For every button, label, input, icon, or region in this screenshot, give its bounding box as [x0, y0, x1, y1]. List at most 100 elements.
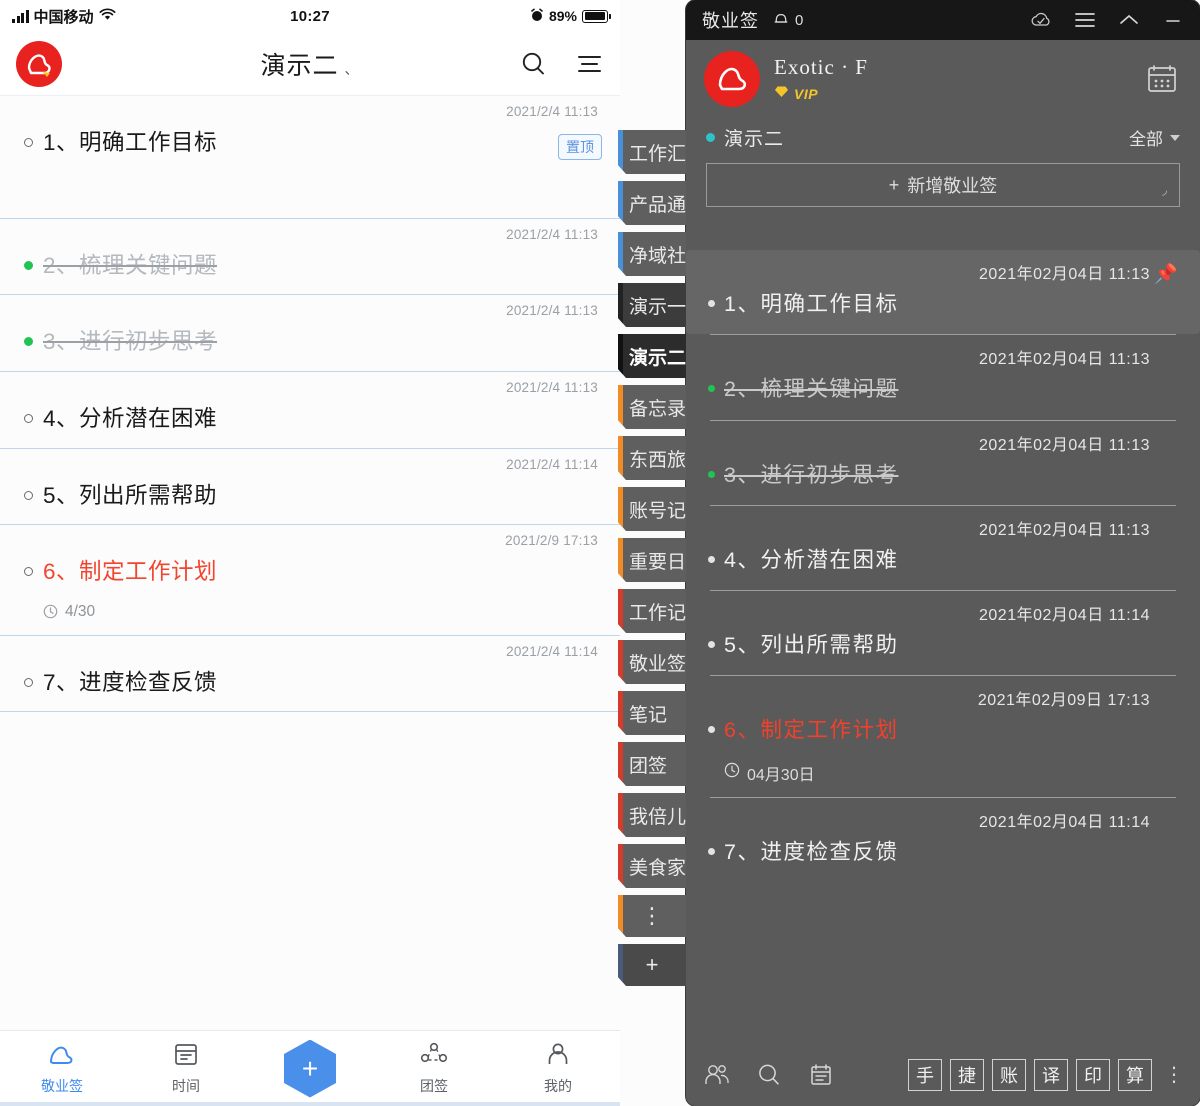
- note-text: 4、分析潜在困难: [724, 547, 899, 572]
- resize-handle-icon[interactable]: ◞: [1162, 182, 1167, 198]
- sidebar-item-category[interactable]: 产品通: [618, 181, 686, 225]
- tool-button-suan[interactable]: 算: [1118, 1059, 1152, 1091]
- sidebar-item-category[interactable]: 笔记: [618, 691, 686, 735]
- mobile-note-list[interactable]: 2021/2/4 11:13 1、明确工作目标 置顶 2021/2/4 11:1…: [0, 96, 620, 1030]
- list-item[interactable]: 2021年02月04日 11:13 2、梳理关键问题: [686, 334, 1200, 419]
- more-tools-icon[interactable]: ⋮: [1164, 1065, 1184, 1085]
- note-bullet[interactable]: [708, 555, 715, 563]
- sidebar-item-category[interactable]: 东西旅: [618, 436, 686, 480]
- note-bullet[interactable]: [24, 260, 33, 270]
- sidebar-item-category-active[interactable]: 演示二: [618, 334, 686, 378]
- note-text: 5、列出所需帮助: [43, 482, 218, 508]
- note-bullet[interactable]: [708, 726, 715, 734]
- tab-mine[interactable]: 我的: [496, 1041, 620, 1096]
- note-text: 6、制定工作计划: [724, 718, 899, 743]
- sidebar-item-category[interactable]: 敬业签: [618, 640, 686, 684]
- sidebar-item-category[interactable]: 美食家: [618, 844, 686, 888]
- note-bullet[interactable]: [24, 567, 33, 577]
- note-timestamp: 2021/2/4 11:13: [506, 379, 598, 395]
- note-bullet[interactable]: [24, 677, 33, 687]
- note-bullet[interactable]: [708, 300, 715, 307]
- tool-button-jie[interactable]: 捷: [950, 1059, 984, 1091]
- tab-add[interactable]: +: [248, 1039, 372, 1098]
- list-item[interactable]: 2021年02月04日 11:13 3、进行初步思考: [686, 419, 1200, 505]
- list-item[interactable]: 2021/2/4 11:13 1、明确工作目标 置顶: [0, 96, 620, 219]
- search-icon[interactable]: [754, 1060, 784, 1090]
- note-timestamp: 2021年02月04日 11:13: [979, 351, 1150, 369]
- tool-button-shou[interactable]: 手: [908, 1059, 942, 1091]
- sidebar-item-category[interactable]: 演示一: [618, 283, 686, 327]
- note-bullet[interactable]: [24, 490, 33, 500]
- tab-time[interactable]: 时间: [124, 1041, 248, 1096]
- note-timestamp: 2021年02月04日 11:14: [979, 813, 1150, 831]
- chevron-up-icon[interactable]: [1116, 7, 1142, 33]
- list-item[interactable]: 2021年02月09日 17:13 6、制定工作计划 04月30日: [686, 675, 1200, 796]
- calendar-icon[interactable]: [1142, 59, 1182, 99]
- cloud-sync-icon[interactable]: [1028, 7, 1054, 33]
- sidebar-item-category[interactable]: 工作汇: [618, 130, 686, 174]
- sidebar-item-category[interactable]: 账号记: [618, 487, 686, 531]
- search-icon[interactable]: [518, 49, 548, 79]
- list-item[interactable]: 2021年02月04日 11:14 5、列出所需帮助: [686, 590, 1200, 675]
- person-icon: [545, 1041, 571, 1072]
- pin-icon[interactable]: 📌: [1154, 262, 1178, 286]
- add-note-button[interactable]: + 新增敬业签 ◞: [706, 163, 1180, 207]
- tool-button-yin[interactable]: 印: [1076, 1059, 1110, 1091]
- note-text: 1、明确工作目标: [43, 130, 218, 155]
- list-item[interactable]: 2021/2/4 11:14 7、进度检查反馈: [0, 636, 620, 713]
- note-bullet[interactable]: [708, 641, 715, 648]
- note-bullet[interactable]: [708, 470, 715, 478]
- list-item[interactable]: 2021/2/9 17:13 6、制定工作计划 4/30: [0, 525, 620, 636]
- list-item[interactable]: 2021/2/4 11:13 4、分析潜在困难: [0, 372, 620, 449]
- note-text: 1、明确工作目标: [724, 292, 899, 316]
- add-hexagon-icon[interactable]: +: [284, 1039, 336, 1098]
- category-more-icon[interactable]: ⋮: [618, 895, 686, 937]
- list-item[interactable]: 2021年02月04日 11:14 7、进度检查反馈: [686, 796, 1200, 882]
- diamond-icon: [774, 85, 789, 103]
- avatar[interactable]: [704, 51, 760, 107]
- sidebar-item-category[interactable]: 团签: [618, 742, 686, 786]
- desktop-note-list[interactable]: 2021年02月04日 11:13 📌 1、明确工作目标 2021年02月04日…: [686, 250, 1200, 1044]
- category-add-icon[interactable]: +: [618, 944, 686, 986]
- notification-area[interactable]: 0: [773, 10, 803, 31]
- note-text: 2、梳理关键问题: [724, 377, 899, 402]
- list-item[interactable]: 2021/2/4 11:14 5、列出所需帮助: [0, 449, 620, 526]
- clock-icon: [43, 604, 58, 619]
- note-bullet[interactable]: [708, 847, 715, 855]
- tool-button-yi[interactable]: 译: [1034, 1059, 1068, 1091]
- current-category-row: 演示二 全部: [686, 118, 1200, 153]
- list-item[interactable]: 2021/2/4 11:13 2、梳理关键问题: [0, 219, 620, 296]
- sidebar-item-category[interactable]: 我倍儿: [618, 793, 686, 837]
- category-tab-strip[interactable]: 工作汇 产品通 净域社 演示一 演示二 备忘录 东西旅 账号记 重要日 工作记 …: [618, 130, 686, 986]
- menu-icon[interactable]: [574, 49, 604, 79]
- mobile-phone-view: 中国移动 10:27 89% 演示二 、 2021/2/4 11:13 1、明确…: [0, 0, 686, 1106]
- sidebar-item-category[interactable]: 工作记: [618, 589, 686, 633]
- hamburger-menu-icon[interactable]: [1072, 7, 1098, 33]
- sidebar-item-category[interactable]: 净域社: [618, 232, 686, 276]
- mobile-status-bar: 中国移动 10:27 89%: [0, 0, 620, 32]
- pin-top-badge[interactable]: 置顶: [558, 134, 602, 160]
- jingyeqian-icon: [45, 1041, 79, 1072]
- note-text: 7、进度检查反馈: [724, 839, 899, 864]
- reminder-date: 4/30: [65, 602, 96, 620]
- sidebar-item-category[interactable]: 重要日: [618, 538, 686, 582]
- contacts-icon[interactable]: [702, 1060, 732, 1090]
- note-bullet[interactable]: [708, 385, 715, 393]
- sidebar-item-category[interactable]: 备忘录: [618, 385, 686, 429]
- list-item[interactable]: 2021/2/4 11:13 3、进行初步思考: [0, 295, 620, 372]
- note-bullet[interactable]: [24, 138, 33, 147]
- note-reminder: 4/30: [24, 601, 602, 635]
- notebook-icon[interactable]: [806, 1060, 836, 1090]
- note-bullet[interactable]: [24, 337, 33, 347]
- filter-dropdown[interactable]: 全部: [1129, 125, 1180, 150]
- list-item[interactable]: 2021年02月04日 11:13 📌 1、明确工作目标: [686, 250, 1200, 335]
- note-bullet[interactable]: [24, 413, 33, 423]
- tab-group[interactable]: 团签: [372, 1041, 496, 1096]
- tool-button-zhang[interactable]: 账: [992, 1059, 1026, 1091]
- minimize-icon[interactable]: [1160, 7, 1186, 33]
- tab-jingyeqian[interactable]: 敬业签: [0, 1041, 124, 1096]
- list-item[interactable]: 2021年02月04日 11:13 4、分析潜在困难: [686, 504, 1200, 590]
- note-timestamp: 2021/2/4 11:13: [506, 303, 598, 319]
- note-timestamp: 2021年02月04日 11:14: [979, 607, 1150, 624]
- mobile-tab-bar[interactable]: 敬业签 时间 + 团签 我的: [0, 1030, 620, 1106]
